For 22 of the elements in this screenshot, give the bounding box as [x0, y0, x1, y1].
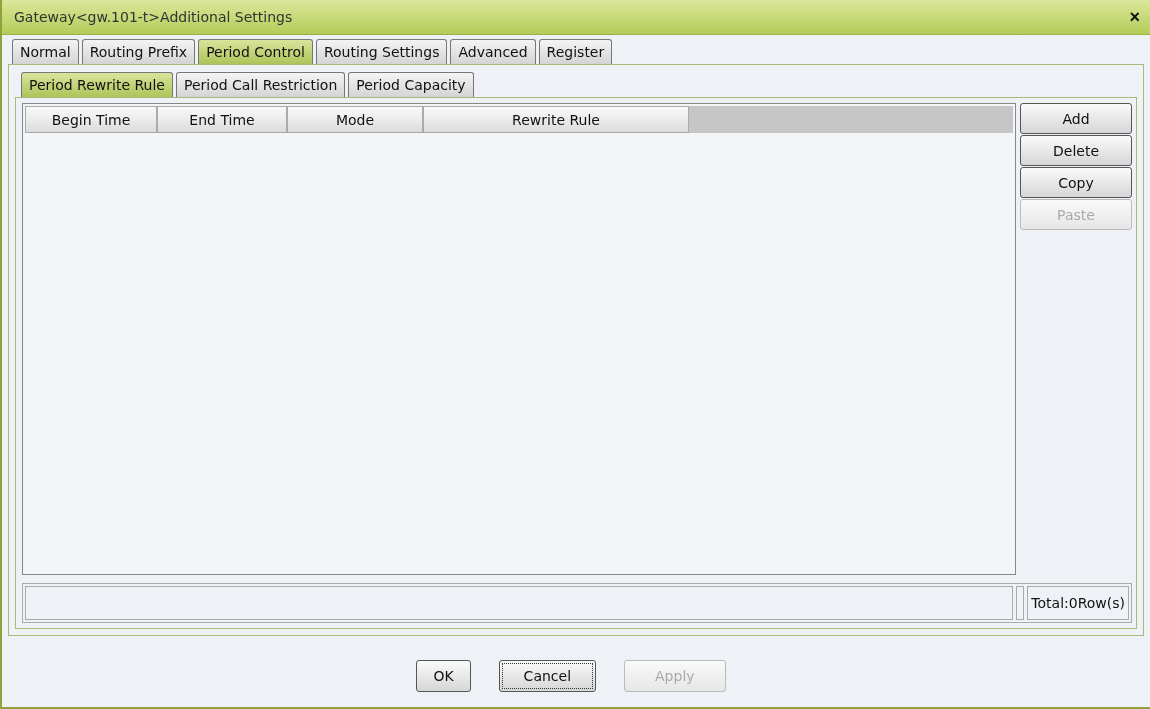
tab[interactable]: Register	[538, 39, 613, 64]
window-title: Gateway<gw.101-t>Additional Settings	[14, 9, 293, 25]
action-button[interactable]: Copy	[1020, 167, 1132, 198]
tab[interactable]: Advanced	[450, 39, 536, 64]
column-header[interactable]: Mode	[287, 106, 423, 133]
tab[interactable]: Routing Prefix	[81, 39, 196, 64]
dialog-button[interactable]: OK	[416, 660, 471, 692]
tab[interactable]: Period Control	[198, 39, 313, 64]
tab[interactable]: Period Capacity	[348, 72, 474, 97]
tab[interactable]: Routing Settings	[315, 39, 448, 64]
tab[interactable]: Period Call Restriction	[175, 72, 346, 97]
action-button[interactable]: Delete	[1020, 135, 1132, 166]
status-separator	[1016, 586, 1025, 620]
column-header[interactable]: Rewrite Rule	[423, 106, 689, 133]
dialog-button[interactable]: Cancel	[498, 660, 597, 692]
action-button[interactable]: Add	[1020, 103, 1132, 134]
tab[interactable]: Normal	[12, 39, 79, 64]
column-header[interactable]: Begin Time	[25, 106, 157, 133]
row-count: Total:0Row(s)	[1027, 586, 1129, 620]
column-header[interactable]: End Time	[157, 106, 287, 133]
close-button[interactable]: ×	[1125, 6, 1144, 28]
tab[interactable]: Period Rewrite Rule	[21, 72, 173, 97]
